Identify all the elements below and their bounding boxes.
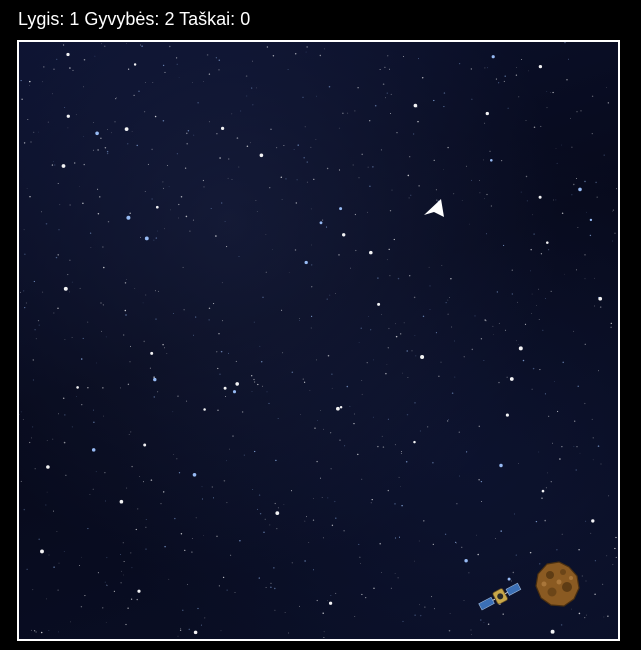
lives-label: Gyvybės: (84, 9, 160, 29)
game-canvas[interactable] (17, 40, 620, 641)
score-value: 0 (240, 9, 251, 29)
score-label: Taškai: (179, 9, 236, 29)
satellite-icon (478, 582, 522, 611)
lives-value: 2 (164, 9, 175, 29)
asteroid-icon (535, 561, 580, 607)
hud-bar: Lygis: 1 Gyvybės: 2 Taškai: 0 (18, 8, 250, 30)
player-ship-icon (424, 199, 444, 217)
starfield-background (19, 42, 617, 639)
level-label: Lygis: (18, 9, 65, 29)
level-value: 1 (69, 9, 80, 29)
